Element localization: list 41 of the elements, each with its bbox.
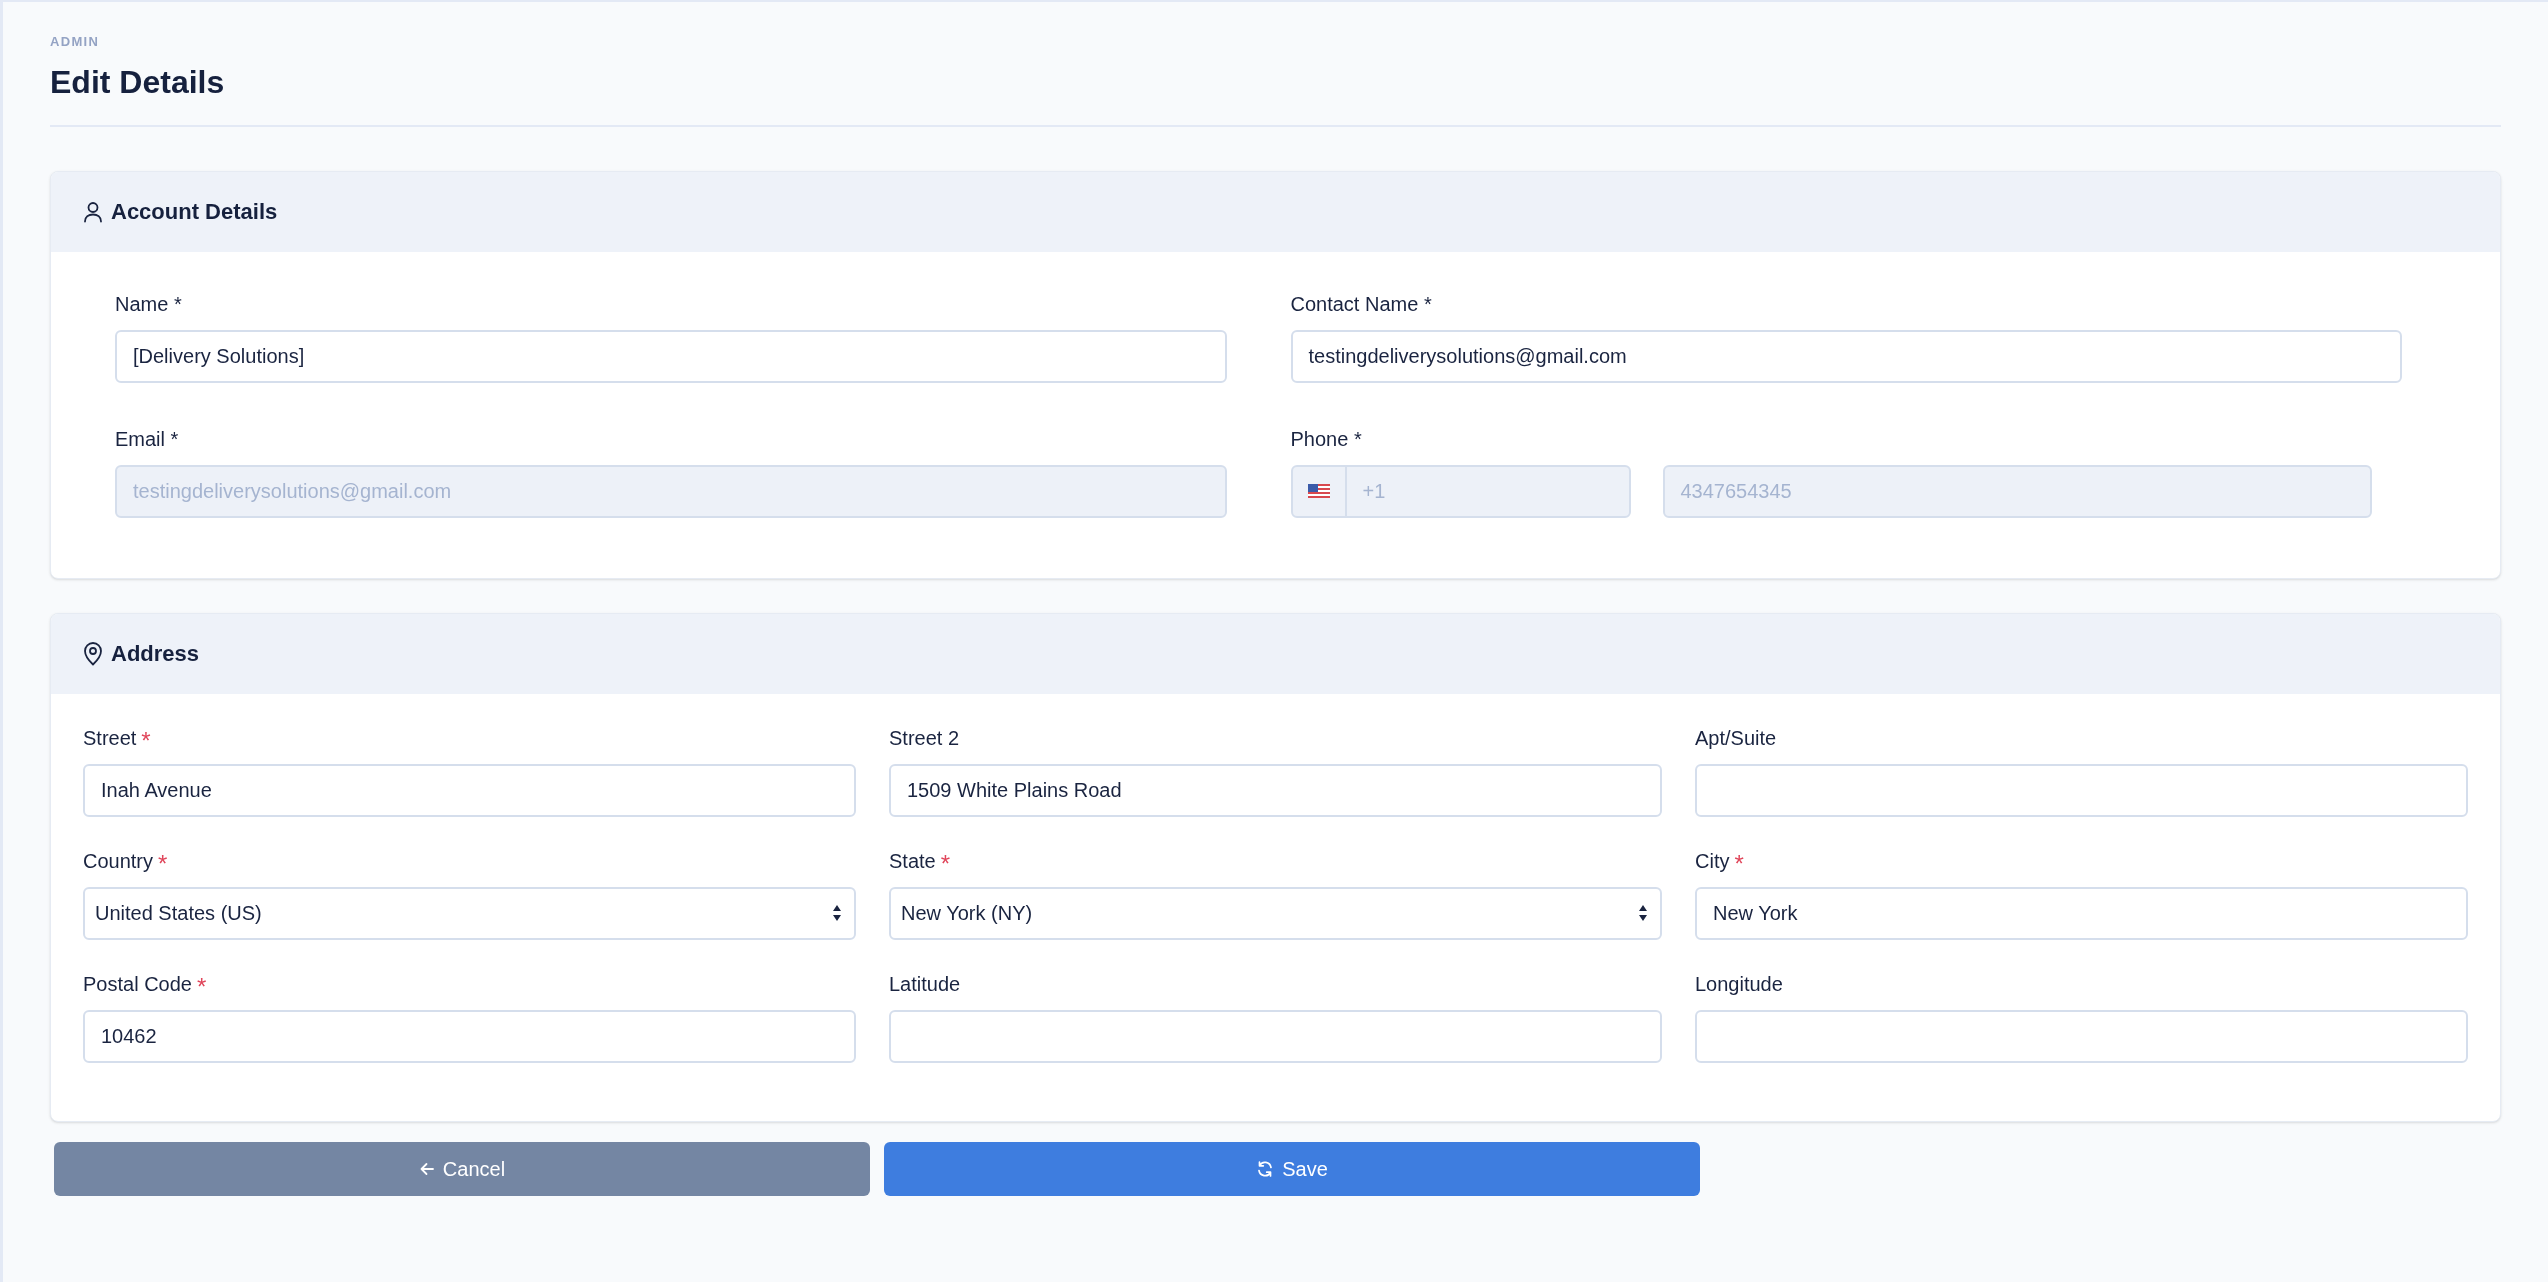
field-label: Street [83,725,137,751]
input-field[interactable]: Inah Avenue [83,763,856,817]
required-mark: * [1734,851,1744,876]
input-field[interactable]: New York [1695,886,2468,940]
card-title: Account Details [111,198,278,226]
required-mark: * [158,851,168,876]
sort-arrows-icon [1638,904,1648,922]
input-field[interactable]: [Delivery Solutions] [115,329,1227,383]
required-mark: * [196,974,207,999]
field-label: State [889,848,936,874]
field-label: Email * [115,426,179,452]
cancel-button[interactable]: Cancel [54,1141,870,1196]
field-label: City [1695,848,1730,874]
map-pin-icon [83,641,103,666]
input-field[interactable] [1695,763,2468,817]
input-field[interactable]: 1509 White Plains Road [889,763,1662,817]
field-label: Apt/Suite [1695,725,1777,751]
user-icon [83,200,103,223]
field-label: Contact Name * [1290,291,1432,317]
page-title: Edit Details [50,62,226,102]
required-mark: * [940,851,951,876]
field-label: Name * [115,291,182,317]
input-field[interactable]: testingdeliverysolutions@gmail.com [1290,329,2402,383]
select-field[interactable]: New York (NY) [889,886,1662,940]
select-field[interactable]: United States (US) [83,886,856,940]
input-field[interactable] [1695,1009,2468,1063]
field-label: Country [83,848,154,874]
field-label: Street 2 [889,725,960,751]
input-field[interactable] [889,1009,1662,1063]
field-label: Postal Code [83,971,192,997]
refresh-icon [1256,1159,1275,1178]
input-field[interactable]: 10462 [83,1009,856,1063]
field-label: Phone * [1290,426,1362,452]
save-button[interactable]: Save [884,1141,1700,1196]
arrow-left-icon [418,1160,435,1177]
field-label: Latitude [889,971,961,997]
breadcrumb: ADMIN [50,33,101,51]
field-label: Longitude [1695,971,1783,997]
sort-arrows-icon [832,904,842,922]
required-mark: * [141,728,151,753]
card-title: Address [111,640,200,668]
